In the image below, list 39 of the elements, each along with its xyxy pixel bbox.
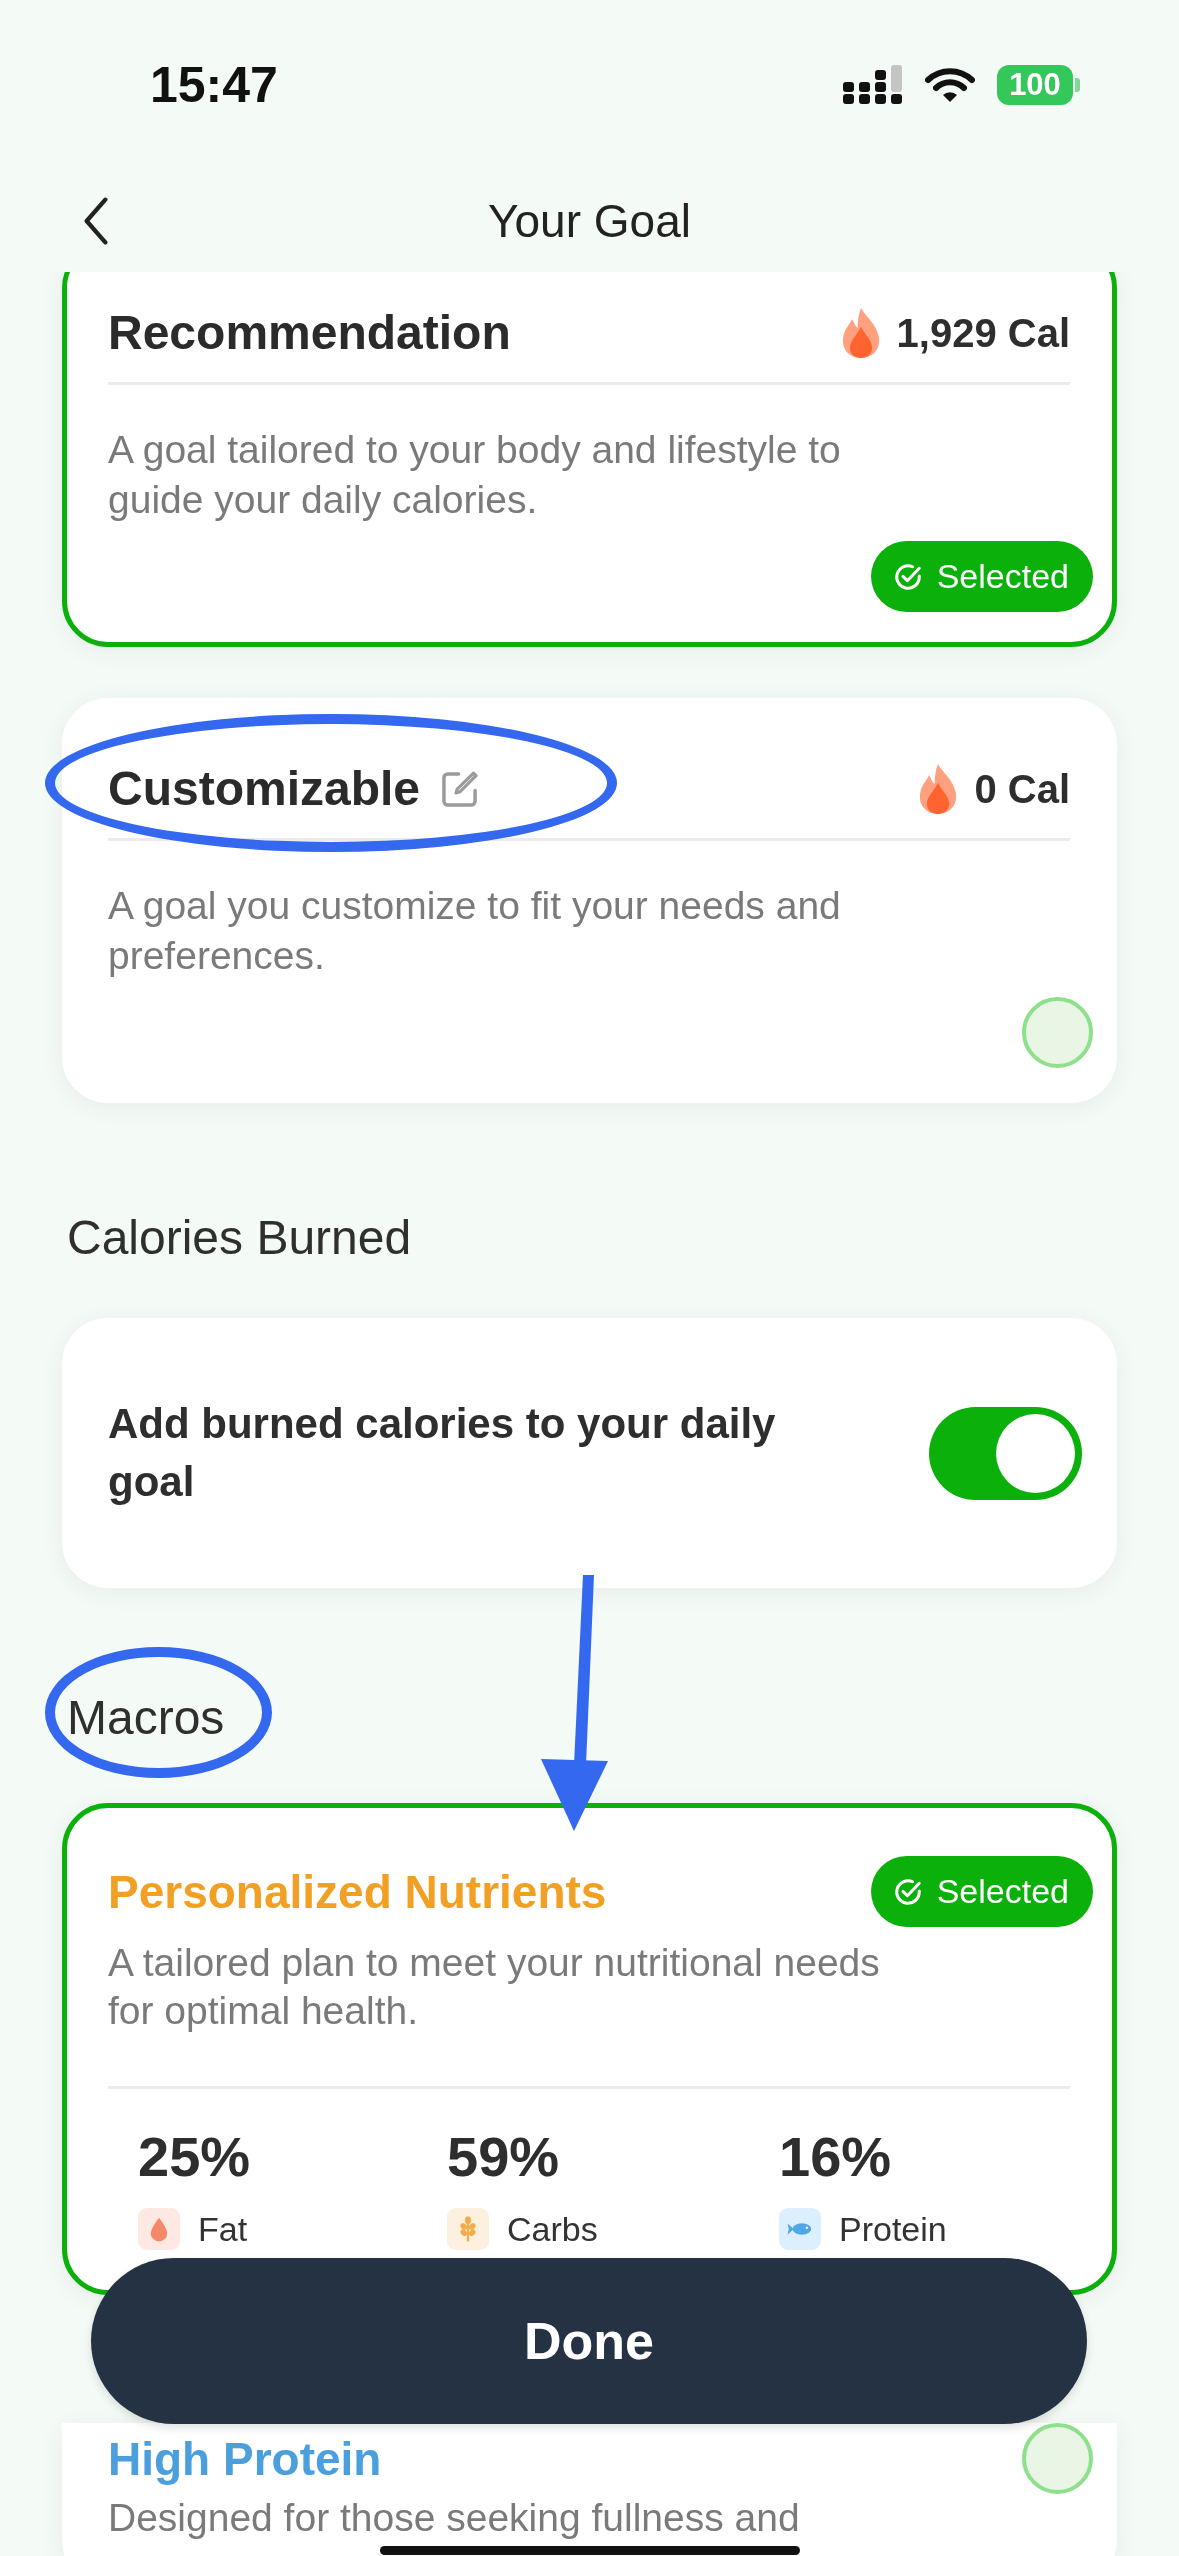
done-button[interactable]: Done — [91, 2258, 1087, 2424]
status-time: 15:47 — [150, 56, 278, 114]
selected-label: Selected — [936, 557, 1069, 596]
plan-description: A tailored plan to meet your nutritional needs for optimal health. — [108, 1940, 881, 2034]
drop-icon — [138, 2208, 180, 2250]
section-heading: Macros — [66, 1690, 225, 1746]
setting-label: Add burned calories to your daily goal — [108, 1399, 777, 1507]
macro-label: Fat — [198, 2209, 248, 2249]
section-heading: Calories Burned — [66, 1210, 412, 1266]
flame-icon — [918, 763, 959, 815]
plan-title: High Protein — [108, 2431, 382, 2486]
goal-title: Customizable — [108, 761, 421, 817]
macro-label: Protein — [839, 2209, 947, 2249]
macro-label: Carbs — [507, 2209, 598, 2249]
wifi-icon — [925, 67, 975, 103]
edit-icon[interactable] — [442, 771, 479, 807]
page-title: Your Goal — [488, 194, 691, 248]
selected-label: Selected — [936, 1872, 1069, 1911]
check-circle-icon — [892, 1876, 923, 1907]
flame-icon — [840, 307, 881, 359]
plan-title: Personalized Nutrients — [108, 1864, 607, 1919]
plan-description: Designed for those seeking fullness and — [108, 2495, 801, 2541]
goal-card[interactable]: Recommendation 1,929 Cal A goal tailored to your body and lifestyle to guide your daily calories. Selected — [62, 272, 1117, 647]
signal-icon — [843, 65, 903, 105]
macro-percent: 25% — [138, 2125, 251, 2189]
fish-icon — [779, 2208, 821, 2250]
calorie-value: 0 Cal — [974, 766, 1070, 812]
goal-description: A goal you customize to fit your needs and preferences. — [108, 883, 842, 979]
battery-indicator: 100 — [997, 65, 1080, 105]
goal-description: A goal tailored to your body and lifestyle to guide your daily calories. — [108, 427, 842, 523]
calorie-value: 1,929 Cal — [896, 310, 1070, 356]
goal-title: Recommendation — [108, 305, 511, 361]
macro-percent: 16% — [779, 2125, 892, 2189]
plan-card[interactable]: High Protein Designed for those seeking fullness and — [62, 2423, 1117, 2556]
macro-percent: 59% — [447, 2125, 560, 2189]
wheat-icon — [447, 2208, 489, 2250]
plan-card[interactable]: Personalized Nutrients Selected A tailored plan to meet your nutritional needs for optimal health. 25% Fat 59% Carbs 16% Protein — [62, 1803, 1117, 2295]
back-icon[interactable] — [82, 197, 110, 245]
check-circle-icon — [892, 561, 923, 592]
